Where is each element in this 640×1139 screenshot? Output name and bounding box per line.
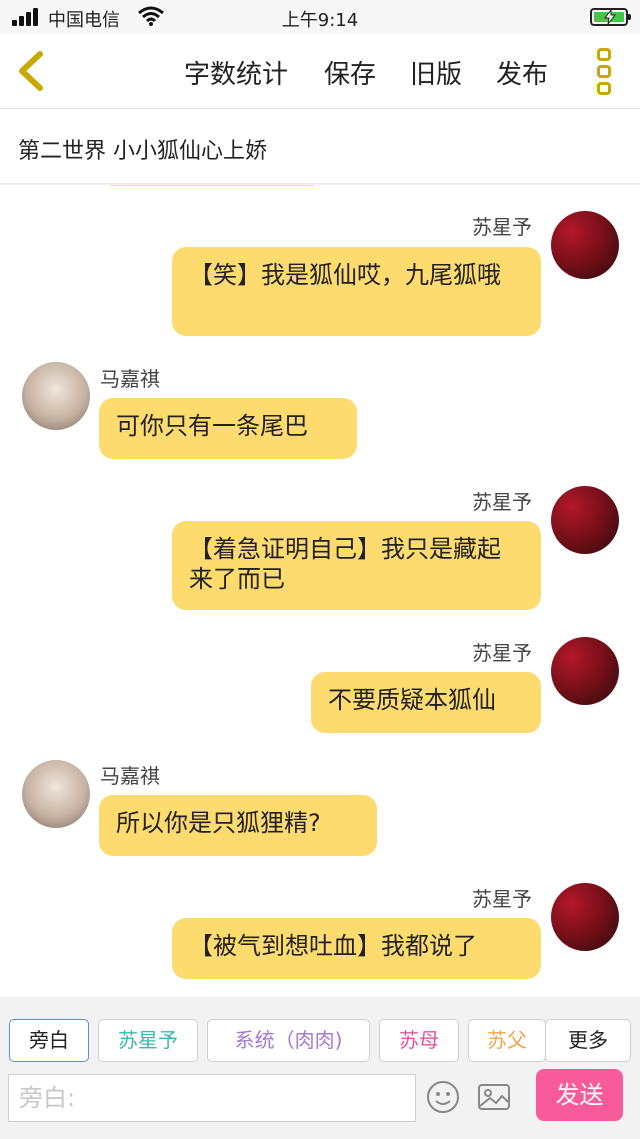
composer-panel: 旁白 苏星予 系统（肉肉) 苏母 苏父 更多 发送 [0,997,640,1139]
chapter-title[interactable]: 第二世界 小小狐仙心上娇 [18,133,267,165]
battery-icon [590,8,631,26]
sender-name: 苏星予 [472,887,532,911]
avatar-ma-jiaqi[interactable] [22,760,90,828]
chat-area[interactable]: 苏星予 【笑】我是狐仙哎，九尾狐哦 马嘉祺 可你只有一条尾巴 苏星予 【着急证明… [0,185,640,997]
message-bubble[interactable]: 【被气到想吐血】我都说了 [172,918,541,979]
image-icon[interactable] [476,1079,512,1115]
sender-name: 苏星予 [472,490,532,514]
chevron-left-icon[interactable] [14,50,48,92]
role-su-mother-button[interactable]: 苏母 [379,1019,459,1062]
send-button[interactable]: 发送 [536,1069,623,1121]
sender-name: 苏星予 [472,215,532,239]
more-roles-button[interactable]: 更多 [545,1019,631,1062]
message-bubble[interactable]: 可你只有一条尾巴 [99,398,357,459]
message-bubble[interactable]: 【笑】我是狐仙哎，九尾狐哦 [172,247,541,336]
old-version-button[interactable]: 旧版 [410,54,462,91]
sender-name: 马嘉祺 [100,764,160,788]
message-bubble[interactable]: 所以你是只狐狸精? [99,795,377,856]
publish-button[interactable]: 发布 [496,54,548,91]
role-system-button[interactable]: 系统（肉肉) [207,1019,370,1062]
avatar-su-xingyu[interactable] [551,637,619,705]
role-narrator-button[interactable]: 旁白 [9,1019,89,1062]
avatar-ma-jiaqi[interactable] [22,362,90,430]
previous-bubble-edge [110,185,315,186]
word-count-button[interactable]: 字数统计 [184,54,288,91]
message-bubble[interactable]: 【着急证明自己】我只是藏起来了而已 [172,521,541,610]
avatar-su-xingyu[interactable] [551,211,619,279]
message-bubble[interactable]: 不要质疑本狐仙 [311,672,541,733]
vertical-dots-icon[interactable] [597,48,615,96]
role-su-father-button[interactable]: 苏父 [468,1019,546,1062]
status-bar: 中国电信 上午9:14 [0,0,640,34]
sender-name: 马嘉祺 [100,367,160,391]
avatar-su-xingyu[interactable] [551,486,619,554]
chapter-header: 第二世界 小小狐仙心上娇 [0,109,640,184]
role-su-xingyu-button[interactable]: 苏星予 [98,1019,198,1062]
message-input[interactable] [8,1074,416,1122]
avatar-su-xingyu[interactable] [551,883,619,951]
sender-name: 苏星予 [472,641,532,665]
smiley-icon[interactable] [425,1079,461,1115]
save-button[interactable]: 保存 [324,54,376,91]
top-navigation-bar: 字数统计 保存 旧版 发布 [0,34,640,109]
clock: 上午9:14 [281,10,359,31]
